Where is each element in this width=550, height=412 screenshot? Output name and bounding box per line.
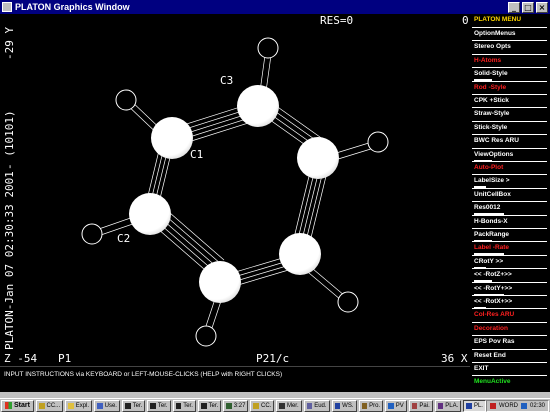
x-axis-label: 36 X (441, 352, 468, 365)
taskbar-button-7[interactable]: 3:27 (223, 399, 249, 412)
taskbar-button-5[interactable]: Ter. (172, 399, 196, 412)
taskbar-button-1[interactable]: Expl. (65, 399, 93, 412)
orientation-label: - (10101) (3, 110, 16, 170)
taskbar-button-4[interactable]: Ter. (147, 399, 171, 412)
window-title: PLATON Graphics Window (15, 2, 130, 12)
taskbar-button-label: Pai. (419, 402, 430, 409)
start-label: Start (14, 402, 30, 409)
atom-label-c2: C2 (117, 232, 131, 245)
app-icon (124, 402, 131, 409)
taskbar-button-0[interactable]: CC... (35, 399, 64, 412)
system-tray: WORD 02:30 (485, 399, 549, 412)
taskbar-button-label: Pro. (369, 402, 381, 409)
taskbar-button-9[interactable]: Mer. (276, 399, 302, 412)
atom-c4 (297, 137, 339, 179)
taskbar-button-label: CC... (46, 402, 61, 409)
taskbar-button-label: Ter. (208, 402, 219, 409)
atom-h-c4 (367, 131, 389, 153)
taskbar-button-2[interactable]: Use. (94, 399, 120, 412)
taskbar-button-label: CC. (261, 402, 272, 409)
windows-logo-icon (5, 402, 12, 409)
taskbar-button-11[interactable]: WS. (331, 399, 357, 412)
minimize-button[interactable]: _ (508, 1, 520, 13)
app-icon (466, 402, 472, 409)
app-icon (68, 402, 74, 409)
taskbar-button-label: Ter. (157, 402, 168, 409)
atom-c6 (199, 261, 241, 303)
menu-item-menuactive[interactable]: MenuActive (472, 376, 547, 390)
taskbar-button-label: Eud. (314, 402, 327, 409)
res-label: RES=0 (320, 14, 354, 27)
taskbar-button-label: Ter. (132, 402, 143, 409)
app-icon (97, 402, 103, 409)
maximize-button[interactable]: □ (522, 1, 534, 13)
atom-c1 (151, 117, 193, 159)
taskbar-button-13[interactable]: PV (385, 399, 407, 412)
taskbar-button-8[interactable]: CC. (250, 399, 275, 412)
taskbar-button-6[interactable]: Ter. (197, 399, 222, 412)
atom-h-c1 (115, 89, 137, 111)
app-icon (38, 402, 45, 409)
app-icon (411, 402, 418, 409)
tray-label: WORD (498, 402, 518, 409)
top-right-value: 0 (462, 14, 469, 27)
atom-c5 (279, 233, 321, 275)
app-icon (437, 402, 444, 409)
taskbar-button-label: Expl. (75, 402, 90, 409)
z-axis-label: Z -54 (4, 352, 38, 365)
atom-c2 (129, 193, 171, 235)
app-icon (253, 402, 260, 409)
taskbar-button-label: Ter. (183, 402, 193, 409)
window-titlebar[interactable]: PLATON Graphics Window _ □ × (0, 0, 550, 14)
molecule-drawing (81, 37, 389, 347)
taskbar-button-label: Mer. (286, 402, 299, 409)
atom-h-c5 (337, 291, 359, 313)
taskbar-button-label: PV (395, 402, 404, 409)
graphics-canvas[interactable]: RES=0 0 C3 C1 C2 -29 Y - (10101) PLATON-… (0, 14, 470, 366)
app-icon (279, 402, 285, 409)
space-group-label: P21/c (256, 352, 290, 365)
taskbar-button-label: PL. (473, 402, 483, 409)
taskbar-button-label: WS. (342, 402, 354, 409)
platon-menu: PLATON MENU OptionMenus Stereo Opts H-Atom… (470, 14, 550, 392)
atom-label-c3: C3 (220, 74, 234, 87)
atoms (81, 37, 389, 347)
taskbar: Start CC... Expl. Use. Ter. Ter. Ter. Ter. 3:27… (0, 398, 550, 412)
app-icon (2, 2, 12, 12)
app-icon (226, 402, 232, 409)
app-icon (306, 402, 313, 409)
taskbar-button-3[interactable]: Ter. (121, 399, 146, 412)
taskbar-button-label: Use. (104, 402, 117, 409)
taskbar-button-label: 3:27 (233, 402, 246, 409)
close-button[interactable]: × (536, 1, 548, 13)
atom-h-c3 (257, 37, 279, 59)
instruction-bar[interactable]: INPUT INSTRUCTIONS via KEYBOARD or LEFT-… (0, 366, 470, 392)
atom-label-c1: C1 (190, 148, 204, 161)
y-axis-label: -29 Y (3, 26, 16, 60)
taskbar-button-15[interactable]: PLA. (434, 399, 462, 412)
app-icon (175, 402, 182, 409)
app-icon (200, 402, 207, 409)
menu-header: PLATON MENU (474, 16, 522, 23)
app-icon (388, 402, 394, 409)
p1-label: P1 (58, 352, 72, 365)
timestamp-label: PLATON-Jan 07 02:30:33 2001 (3, 171, 16, 350)
clock[interactable]: 02:30 (530, 403, 545, 409)
network-icon[interactable] (520, 402, 527, 409)
app-icon (150, 402, 156, 409)
start-button[interactable]: Start (1, 399, 34, 412)
taskbar-button-label: PLA. (445, 402, 459, 409)
taskbar-button-12[interactable]: Pro. (358, 399, 384, 412)
taskbar-button-16[interactable]: PL. (463, 399, 486, 412)
atom-h-c2 (81, 223, 103, 245)
tray-app-icon[interactable] (489, 402, 496, 409)
taskbar-button-10[interactable]: Eud. (303, 399, 330, 412)
atom-h-c6 (195, 325, 217, 347)
taskbar-button-14[interactable]: Pai. (408, 399, 433, 412)
app-icon (334, 402, 341, 409)
app-icon (361, 402, 368, 409)
atom-c3 (237, 85, 279, 127)
